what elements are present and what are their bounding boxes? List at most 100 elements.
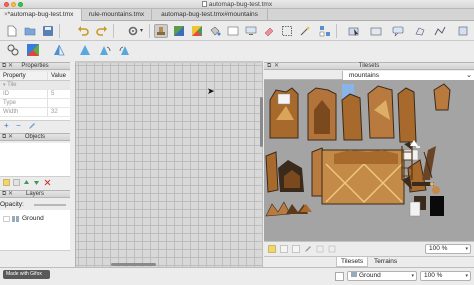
- save-icon[interactable]: [41, 24, 55, 38]
- select-same-tile-icon[interactable]: [318, 24, 332, 38]
- zoom-value: 100 %: [429, 245, 448, 252]
- opacity-slider[interactable]: [34, 204, 66, 206]
- tab-tilesets[interactable]: Tilesets: [336, 257, 369, 267]
- eraser-icon[interactable]: [262, 24, 276, 38]
- property-key: ID: [0, 90, 48, 98]
- open-folder-icon[interactable]: [23, 24, 37, 38]
- panel-title: Tilesets: [358, 63, 380, 69]
- rotate-left-icon[interactable]: [98, 43, 112, 57]
- close-tab-button[interactable]: ×: [4, 9, 8, 21]
- rotate-right-icon[interactable]: [118, 43, 132, 57]
- eye-icon[interactable]: [3, 216, 10, 226]
- collapse-arrow-icon[interactable]: ▾: [3, 82, 6, 88]
- horizontal-scrollbar[interactable]: [111, 263, 156, 266]
- zoom-value: 100 %: [424, 272, 443, 279]
- float-panel-icon[interactable]: ⧉: [2, 63, 6, 70]
- properties-panel-header: ⧉ ✕ Properties: [0, 62, 70, 70]
- rect-fill-icon[interactable]: [226, 24, 240, 38]
- close-panel-icon[interactable]: ✕: [8, 134, 13, 141]
- move-down-icon[interactable]: [33, 179, 40, 188]
- object-select-icon[interactable]: [347, 24, 361, 38]
- edit-tileset-icon[interactable]: [304, 245, 312, 255]
- minimize-window-button[interactable]: [11, 2, 16, 7]
- gear-icon[interactable]: [126, 24, 140, 38]
- terrain-brush-icon[interactable]: [172, 24, 186, 38]
- opacity-label: Opacity:: [0, 201, 24, 208]
- secondary-toolbar-ext: [78, 41, 268, 61]
- tile-object-icon[interactable]: [456, 24, 470, 38]
- current-layer-select[interactable]: Ground ▾: [347, 271, 417, 281]
- tab-bar-filler: [268, 9, 474, 20]
- polyline-icon[interactable]: [433, 24, 447, 38]
- toolbar-separator: [59, 24, 60, 38]
- close-panel-icon[interactable]: ✕: [274, 63, 279, 70]
- flip-vertical-icon[interactable]: [78, 43, 92, 57]
- property-row[interactable]: Type: [0, 99, 70, 108]
- float-panel-icon[interactable]: ⧉: [267, 63, 271, 70]
- group-label: Tile: [7, 82, 17, 88]
- undo-icon[interactable]: [76, 24, 90, 38]
- color-terrain-icon[interactable]: [26, 43, 40, 57]
- rect-select-icon[interactable]: [280, 24, 294, 38]
- property-group-row[interactable]: ▾ Tile: [0, 81, 70, 90]
- tab-rule-mountains[interactable]: rule-mountains.tmx: [82, 9, 152, 21]
- map-canvas[interactable]: [75, 63, 263, 267]
- map-zoom-select[interactable]: 100 % ▾: [420, 271, 471, 281]
- panel-title: Objects: [24, 134, 46, 140]
- new-object-layer-icon[interactable]: [3, 179, 10, 188]
- magic-wand-icon[interactable]: [298, 24, 312, 38]
- chevron-down-icon: ▾: [465, 273, 468, 279]
- polygon-icon[interactable]: [413, 24, 427, 38]
- float-panel-icon[interactable]: ⧉: [2, 134, 6, 141]
- new-file-icon[interactable]: [5, 24, 19, 38]
- chevron-down-icon[interactable]: ⌄: [466, 71, 472, 80]
- maximize-window-button[interactable]: [18, 2, 23, 7]
- tileset-tab-mountains[interactable]: mountains ⌄: [342, 71, 474, 80]
- dynamic-wrap-icon[interactable]: [328, 245, 336, 255]
- layers-panel-header: ⧉ ✕ Layers: [0, 190, 70, 198]
- vertical-scrollbar[interactable]: [260, 97, 263, 147]
- properties-toolbar: + −: [0, 120, 70, 131]
- remove-property-button[interactable]: −: [16, 121, 21, 130]
- rectangle-icon[interactable]: [369, 24, 383, 38]
- close-window-button[interactable]: [4, 2, 9, 7]
- property-row[interactable]: ID 5: [0, 90, 70, 99]
- tileset-zoom-select[interactable]: 100 % ▾: [425, 244, 471, 254]
- delete-object-icon[interactable]: [44, 179, 51, 188]
- layer-row-ground[interactable]: Ground: [0, 214, 70, 224]
- secondary-toolbar: [0, 41, 80, 61]
- float-panel-icon[interactable]: ⧉: [2, 191, 6, 198]
- ellipse-icon[interactable]: [391, 24, 405, 38]
- objects-toolbar: [0, 176, 70, 187]
- chevron-down-icon[interactable]: ▾: [140, 27, 143, 34]
- tab-terrains[interactable]: Terrains: [370, 257, 401, 267]
- objects-list[interactable]: [0, 143, 70, 176]
- bucket-fill-icon[interactable]: [208, 24, 222, 38]
- new-tileset-icon[interactable]: [268, 245, 276, 255]
- close-panel-icon[interactable]: ✕: [8, 63, 13, 70]
- wang-icon[interactable]: [6, 43, 20, 57]
- move-up-icon[interactable]: [23, 179, 30, 188]
- redo-icon[interactable]: [95, 24, 109, 38]
- document-tab-bar: × *automap-bug-test.tmx rule-mountains.t…: [0, 9, 474, 21]
- layers-list: Opacity: Ground: [0, 200, 70, 250]
- edit-property-icon[interactable]: [28, 123, 35, 132]
- add-property-button[interactable]: +: [4, 121, 9, 130]
- close-panel-icon[interactable]: ✕: [8, 191, 13, 198]
- flip-horizontal-icon[interactable]: [52, 43, 66, 57]
- tab-automap-mountains[interactable]: automap-bug-test.tmx#mountains: [152, 9, 268, 21]
- tab-automap-bug-test[interactable]: × *automap-bug-test.tmx: [0, 9, 82, 21]
- monitor-icon[interactable]: [244, 24, 258, 38]
- delete-tileset-icon[interactable]: [316, 245, 324, 255]
- current-layer-value: Ground: [359, 272, 381, 279]
- layers-toolbar: [0, 250, 70, 267]
- stamp-brush-icon[interactable]: [154, 24, 168, 38]
- random-mode-icon[interactable]: [190, 24, 204, 38]
- import-tileset-icon[interactable]: [280, 245, 288, 255]
- duplicate-object-icon[interactable]: [13, 179, 20, 188]
- tab-label: rule-mountains.tmx: [88, 11, 145, 18]
- export-tileset-icon[interactable]: [292, 245, 300, 255]
- tileset-view[interactable]: [264, 80, 474, 241]
- gifox-watermark: Made with Gifox: [3, 270, 50, 279]
- property-row[interactable]: Width 32: [0, 108, 70, 117]
